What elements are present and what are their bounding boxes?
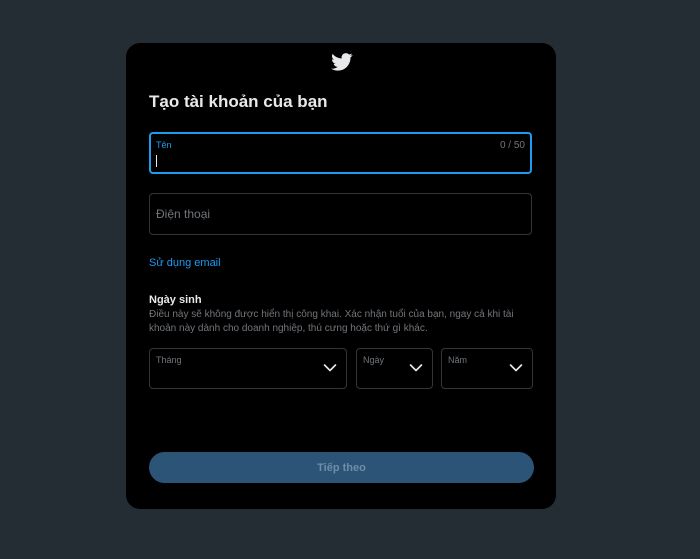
month-select-label: Tháng	[156, 355, 182, 365]
day-select-label: Ngày	[363, 355, 385, 365]
use-email-link[interactable]: Sử dụng email	[149, 257, 221, 269]
day-select[interactable]: Ngày	[356, 348, 433, 389]
year-select-label: Năm	[448, 355, 468, 365]
name-char-counter: 0 / 50	[499, 140, 525, 151]
signup-modal: Tạo tài khoản của bạn Tên 0 / 50 Điện th…	[126, 43, 556, 509]
next-button[interactable]: Tiếp theo	[149, 452, 534, 483]
name-field[interactable]: Tên 0 / 50	[149, 132, 532, 174]
text-caret	[156, 155, 157, 167]
name-field-label: Tên	[156, 140, 172, 150]
year-select[interactable]: Năm	[441, 348, 533, 389]
phone-field[interactable]: Điện thoại	[149, 193, 532, 235]
date-of-birth-description: Điều này sẽ không được hiển thị công kha…	[149, 309, 514, 334]
twitter-bird-icon	[331, 53, 353, 71]
phone-field-placeholder: Điện thoại	[156, 207, 211, 221]
page-title: Tạo tài khoản của bạn	[149, 92, 328, 111]
chevron-down-icon	[509, 364, 523, 372]
chevron-down-icon	[323, 364, 337, 372]
date-of-birth-heading: Ngày sinh	[149, 294, 202, 306]
month-select[interactable]: Tháng	[149, 348, 347, 389]
chevron-down-icon	[409, 364, 423, 372]
